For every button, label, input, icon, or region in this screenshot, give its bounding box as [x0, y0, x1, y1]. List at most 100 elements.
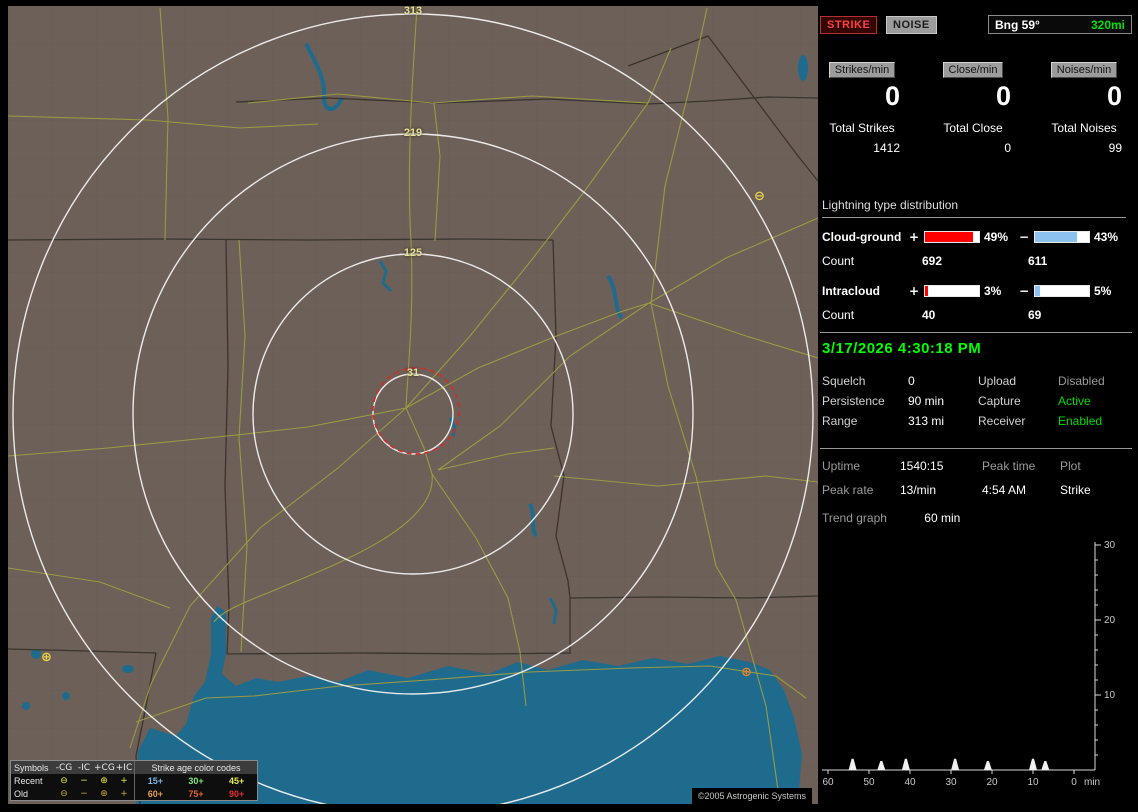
- ic-negative-bar: [1034, 285, 1090, 297]
- close-per-min-value: 0: [995, 81, 1011, 111]
- cloud-ground-row: Cloud-ground + 49% − 43%: [822, 230, 1134, 244]
- noises-per-min-value: 0: [1106, 81, 1122, 111]
- distribution-title: Lightning type distribution: [822, 198, 1126, 218]
- squelch-label: Squelch: [822, 374, 866, 388]
- uptime-value: 1540:15: [900, 459, 944, 473]
- range-ring-label: 125: [403, 247, 423, 259]
- legend-col-header: +IC: [115, 762, 133, 773]
- trend-spike: [848, 758, 857, 770]
- legend-row-label: Old: [14, 788, 29, 799]
- age-color-code: 45+: [229, 775, 245, 786]
- persistence-label: Persistence: [822, 394, 885, 408]
- legend-row-label: Recent: [14, 775, 43, 786]
- svg-text:50: 50: [863, 777, 875, 788]
- age-color-code: 60+: [147, 788, 163, 799]
- stats-section: Uptime 1540:15 Peak time Plot Peak rate …: [820, 448, 1132, 497]
- strike-symbol-icon: +: [120, 775, 128, 786]
- cg-negative-bar: [1034, 231, 1090, 243]
- datetime-section: 3/17/2026 4:30:18 PM: [820, 332, 1132, 357]
- ic-negative-bar-fill: [1035, 286, 1040, 296]
- plot-value: Strike: [1060, 483, 1091, 497]
- trend-spike: [901, 758, 910, 770]
- trend-spike: [1029, 758, 1037, 770]
- ic-positive-bar: [924, 285, 980, 297]
- peak-rate-value: 13/min: [900, 483, 937, 497]
- strike-symbol-icon: ⊖: [60, 788, 68, 799]
- cg-positive-bar-fill: [925, 232, 973, 242]
- plot-label: Plot: [1060, 459, 1081, 473]
- intracloud-row: Intracloud + 3% − 5%: [822, 284, 1134, 298]
- settings-table: Squelch 0 Upload Disabled Persistence 90…: [822, 374, 1130, 428]
- plus-sign: +: [908, 284, 920, 298]
- svg-text:30: 30: [945, 777, 957, 788]
- cg-negative-count: 611: [1028, 254, 1048, 268]
- trend-spike: [951, 758, 960, 770]
- legend-col-header: -CG: [55, 762, 73, 773]
- noise-toggle-button[interactable]: NOISE: [886, 16, 937, 34]
- plus-sign: +: [908, 230, 920, 244]
- strike-symbol-icon: +: [120, 788, 128, 799]
- peak-time-label: Peak time: [982, 459, 1036, 473]
- total-close-label: Total Close: [943, 121, 1003, 135]
- lightning-map[interactable]: 313 219 125 31 ⊖ ⊕ ⊕ Symbols -CG -IC +CG +IC St…: [8, 6, 818, 804]
- count-label: Count: [822, 308, 855, 322]
- current-datetime: 3/17/2026 4:30:18 PM: [822, 340, 982, 357]
- lightning-distribution-section: Lightning type distribution Cloud-ground…: [820, 198, 1134, 322]
- svg-text:10: 10: [1104, 690, 1116, 701]
- bearing-label: Bng 59°: [995, 17, 1040, 32]
- cloud-ground-label: Cloud-ground: [822, 230, 902, 244]
- copyright-text: ©2005 Astrogenic Systems: [691, 788, 812, 804]
- upload-label: Upload: [978, 374, 1017, 388]
- age-color-code: 90+: [229, 788, 245, 799]
- range-value: 313 mi: [908, 414, 945, 428]
- strikes-per-min-button[interactable]: Strikes/min: [828, 62, 896, 78]
- strike-toggle-button[interactable]: STRIKE: [820, 16, 878, 34]
- age-color-code: 75+: [188, 788, 204, 799]
- total-strikes-value: 1412: [873, 141, 900, 155]
- strike-symbol-icon: −: [80, 775, 88, 786]
- total-noises-value: 99: [1108, 141, 1122, 155]
- noises-per-min-button[interactable]: Noises/min: [1050, 62, 1118, 78]
- trend-graph-label: Trend graph: [822, 511, 887, 525]
- close-rate-column: Close/min 0 Total Close 0: [931, 62, 1015, 155]
- trend-spike: [983, 761, 992, 770]
- ic-count-row: Count 40 69: [822, 308, 1134, 322]
- svg-text:0: 0: [1071, 777, 1077, 788]
- range-ring-label: 31: [406, 367, 420, 379]
- strikes-rate-column: Strikes/min 0 Total Strikes 1412: [820, 62, 904, 155]
- ic-negative-pct: 5%: [1094, 284, 1112, 298]
- range-label: Range: [822, 414, 858, 428]
- svg-text:20: 20: [986, 777, 998, 788]
- ic-positive-count: 40: [922, 308, 936, 322]
- persistence-value: 90 min: [908, 394, 945, 408]
- cg-negative-bar-fill: [1035, 232, 1077, 242]
- strike-symbol-icon: −: [80, 788, 88, 799]
- receiver-label: Receiver: [978, 414, 1026, 428]
- capture-label: Capture: [978, 394, 1021, 408]
- strike-symbol-icon: ⊕: [100, 775, 108, 786]
- map-legend: Symbols -CG -IC +CG +IC Strike age color code…: [10, 760, 258, 801]
- svg-text:10: 10: [1027, 777, 1039, 788]
- close-per-min-button[interactable]: Close/min: [942, 62, 1004, 78]
- range-ring-label: 313: [403, 6, 423, 17]
- legend-age-title: Strike age color codes: [151, 762, 241, 773]
- minus-sign: −: [1018, 230, 1030, 244]
- bearing-readout: Bng 59° 320mi: [988, 15, 1132, 34]
- bearing-range: 320mi: [1090, 17, 1125, 32]
- capture-status: Active: [1058, 394, 1091, 408]
- trend-spike: [1041, 761, 1050, 770]
- legend-col-header: +CG: [94, 762, 115, 773]
- nexstorm-window: 313 219 125 31 ⊖ ⊕ ⊕ Symbols -CG -IC +CG +IC St…: [0, 0, 1138, 812]
- intracloud-label: Intracloud: [822, 284, 881, 298]
- strike-symbol-icon: ⊕: [100, 788, 108, 799]
- ic-positive-pct: 3%: [984, 284, 1002, 298]
- trend-window-value: 60 min: [924, 511, 961, 525]
- ic-negative-count: 69: [1028, 308, 1042, 322]
- noises-rate-column: Noises/min 0 Total Noises 99: [1042, 62, 1126, 155]
- trend-graph-header: Trend graph 60 min: [822, 511, 960, 525]
- uptime-label: Uptime: [822, 459, 861, 473]
- map-geography: [8, 6, 818, 804]
- strikes-per-min-value: 0: [884, 81, 900, 111]
- minus-sign: −: [1018, 284, 1030, 298]
- svg-text:min: min: [1084, 777, 1100, 788]
